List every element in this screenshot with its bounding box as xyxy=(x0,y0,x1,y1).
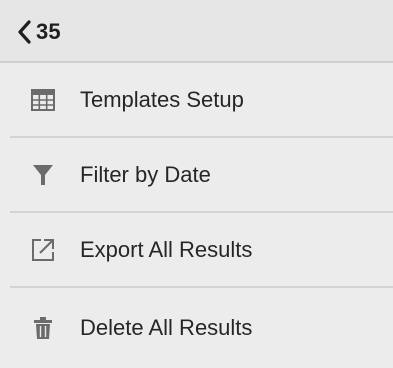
funnel-filter-icon xyxy=(28,160,58,190)
menu-item-label: Export All Results xyxy=(80,236,253,262)
menu-item-export-all-results[interactable]: Export All Results xyxy=(10,213,393,288)
chevron-left-icon xyxy=(16,19,32,45)
menu-item-label: Templates Setup xyxy=(80,86,244,112)
back-count-label: 35 xyxy=(36,19,61,44)
top-bar: 35 xyxy=(0,0,393,63)
trash-icon xyxy=(28,313,58,343)
menu-item-label: Delete All Results xyxy=(80,315,253,340)
menu-item-delete-all-results[interactable]: Delete All Results xyxy=(10,288,393,368)
options-menu: Templates Setup Filter by Date Export Al… xyxy=(10,63,393,368)
back-button[interactable]: 35 xyxy=(16,18,61,46)
menu-item-templates-setup[interactable]: Templates Setup xyxy=(10,63,393,138)
menu-item-label: Filter by Date xyxy=(80,161,211,187)
menu-item-filter-by-date[interactable]: Filter by Date xyxy=(10,138,393,213)
export-icon xyxy=(28,235,58,265)
grid-table-icon xyxy=(28,85,58,115)
